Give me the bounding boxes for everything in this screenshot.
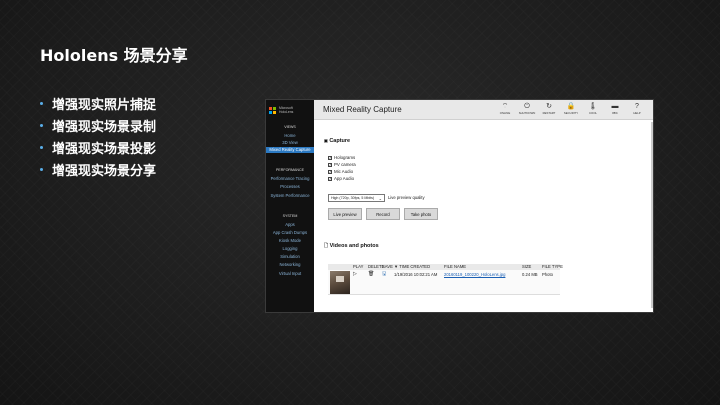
bullet-item: 增强现实场景投影 (40, 136, 156, 158)
sidebar-item[interactable]: Home (266, 133, 314, 139)
bullet-item: 增强现实照片捕捉 (40, 92, 156, 114)
live-preview-button[interactable]: Live preview (328, 208, 362, 220)
checkbox-icon: ✓ (328, 169, 332, 174)
help-button[interactable]: ? HELP (627, 102, 647, 115)
sidebar-item[interactable]: Apps (266, 222, 314, 228)
battery-icon: ▬ (611, 103, 619, 110)
quality-select[interactable]: High (720p, 30fps, 5 Mbits) ⌄ (328, 194, 385, 202)
page-title: Mixed Reality Capture (323, 105, 402, 114)
take-photo-button[interactable]: Take photo (404, 208, 438, 220)
delete-icon[interactable]: 🗑 (368, 271, 374, 277)
sidebar-section-heading: SYSTEM (282, 214, 298, 218)
table-row: ▷ 🗑 🖫 1/19/2016 10:02:21 AM 20160119_100… (328, 270, 560, 295)
checkbox-icon: ✓ (328, 162, 332, 167)
checkbox-icon: ✓ (328, 176, 332, 181)
windows-logo-icon (269, 106, 276, 114)
toolbar-label: HELP (633, 111, 641, 115)
toolbar-label: 88% (612, 111, 618, 115)
power-icon: ⏻ (524, 103, 530, 110)
help-icon: ? (635, 103, 639, 110)
sidebar-item[interactable]: Virtual Input (266, 271, 314, 277)
camera-icon: ▣ (324, 138, 328, 143)
slide-title: Hololens 场景分享 (40, 46, 188, 65)
file-icon: 🗋 (324, 243, 329, 249)
sidebar-item[interactable]: Mixed Reality Capture (266, 147, 314, 153)
bullet-dot-icon (40, 123, 43, 127)
sidebar-item[interactable]: Networking (266, 262, 314, 268)
sidebar-item[interactable]: App Crash Dumps (266, 230, 314, 236)
microsoft-logo: Microsoft HoloLens (269, 104, 311, 116)
bullet-text: 增强现实场景投影 (52, 141, 157, 157)
sidebar-section-heading: VIEWS (284, 125, 296, 129)
online-button[interactable]: ⌔ ONLINE (495, 102, 515, 115)
scrollbar[interactable] (651, 122, 653, 308)
time-created: 1/19/2016 10:02:21 AM (394, 272, 438, 277)
capture-section-title: ▣ Capture (324, 138, 351, 144)
file-link[interactable]: 20160119_100220_HoloLens.jpg (444, 272, 505, 277)
capture-option-checkbox[interactable]: ✓ Holograms (328, 155, 355, 160)
security-button[interactable]: 🔒 SECURITY (561, 102, 581, 115)
checkbox-label: PV camera (334, 162, 356, 167)
sidebar-section-heading: PERFORMANCE (276, 168, 304, 172)
checkbox-icon: ✓ (328, 155, 332, 160)
top-bar: Mixed Reality Capture ⌔ ONLINE ⏻ SHUTDOWN ↻ R… (314, 100, 653, 120)
sidebar-item[interactable]: System Performance (266, 193, 314, 199)
bullet-text: 增强现实场景录制 (52, 119, 157, 135)
file-size: 0.24 MB (522, 272, 538, 277)
thermometer-icon: 🌡 (588, 103, 598, 110)
restart-icon: ↻ (546, 103, 552, 110)
88--button[interactable]: ▬ 88% (605, 102, 625, 115)
bullet-dot-icon (40, 101, 43, 105)
photo-thumbnail[interactable] (330, 271, 350, 294)
quality-label: Live preview quality (388, 195, 425, 200)
sidebar-item[interactable]: Kiosk Mode (266, 238, 314, 244)
toolbar-label: ONLINE (499, 111, 511, 115)
bullet-list: 增强现实照片捕捉 增强现实场景录制 增强现实场景投影 增强现实场景分享 (40, 92, 156, 180)
file-type: Photo (542, 272, 553, 277)
sidebar: Microsoft HoloLens VIEWS Home 3D View Mixed … (266, 100, 314, 312)
toolbar-label: COOL (589, 111, 597, 115)
checkbox-label: Holograms (334, 155, 356, 160)
bullet-item: 增强现实场景分享 (40, 158, 156, 180)
toolbar-label: SECURITY (563, 111, 579, 115)
wifi-icon: ⌔ (501, 103, 509, 110)
sidebar-item[interactable]: Performance Tracing (266, 176, 314, 182)
checkbox-label: Mic Audio (334, 169, 354, 174)
bullet-dot-icon (40, 167, 43, 171)
sidebar-item[interactable]: 3D View (266, 140, 314, 146)
shutdown-button[interactable]: ⏻ SHUTDOWN (517, 102, 537, 115)
capture-option-checkbox[interactable]: ✓ Mic Audio (328, 169, 353, 174)
toolbar-label: SHUTDOWN (518, 111, 536, 115)
sidebar-item[interactable]: Processes (266, 184, 314, 190)
sidebar-item[interactable]: Simulation (266, 254, 314, 260)
device-portal-screenshot: Microsoft HoloLens VIEWS Home 3D View Mixed … (265, 99, 654, 313)
restart-button[interactable]: ↻ RESTART (539, 102, 559, 115)
capture-option-checkbox[interactable]: ✓ PV camera (328, 162, 356, 167)
cool-button[interactable]: 🌡 COOL (583, 102, 603, 115)
lock-icon: 🔒 (566, 103, 576, 110)
play-icon[interactable]: ▷ (353, 271, 357, 277)
logo-text: Microsoft HoloLens (279, 106, 294, 114)
toolbar-label: RESTART (542, 111, 556, 115)
record-button[interactable]: Record (366, 208, 400, 220)
chevron-down-icon: ⌄ (378, 196, 382, 201)
main-content: Mixed Reality Capture ⌔ ONLINE ⏻ SHUTDOWN ↻ R… (314, 100, 653, 312)
checkbox-label: App Audio (334, 176, 355, 181)
sidebar-item[interactable]: Logging (266, 246, 314, 252)
bullet-item: 增强现实场景录制 (40, 114, 156, 136)
bullet-text: 增强现实场景分享 (52, 163, 157, 179)
bullet-text: 增强现实照片捕捉 (52, 97, 157, 113)
videos-section-title: 🗋 Videos and photos (324, 243, 379, 249)
capture-option-checkbox[interactable]: ✓ App Audio (328, 176, 354, 181)
save-icon[interactable]: 🖫 (382, 271, 386, 279)
bullet-dot-icon (40, 145, 43, 149)
